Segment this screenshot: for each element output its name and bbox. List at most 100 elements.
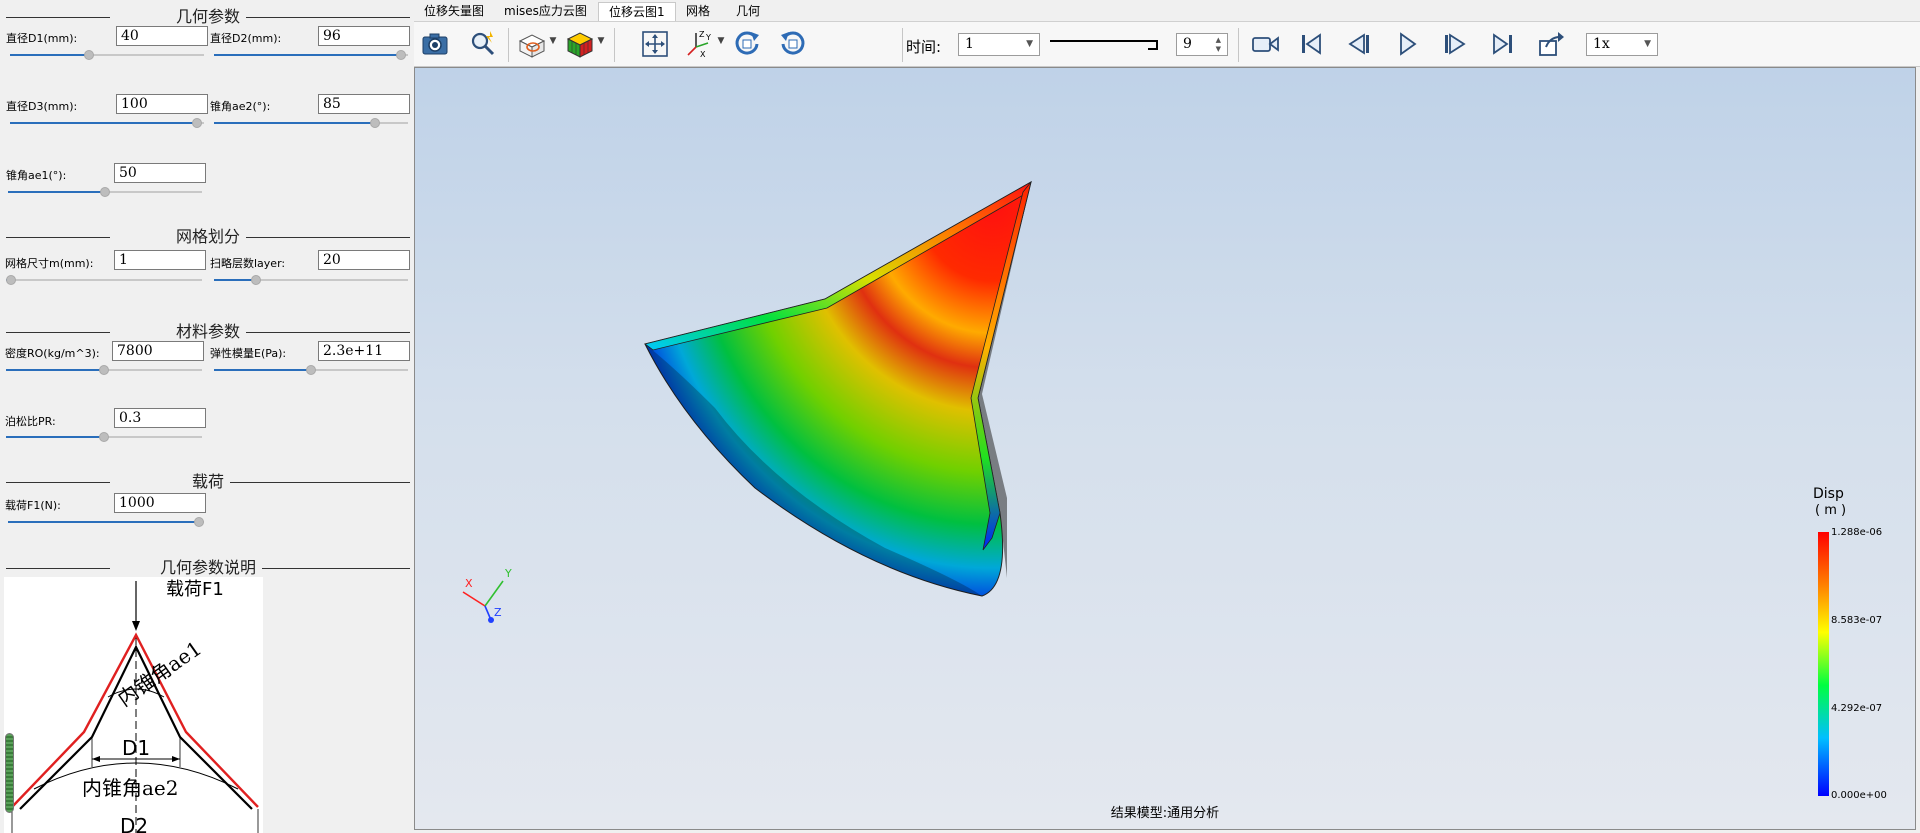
legend-max: 1.288e-06 [1831, 527, 1883, 538]
slider-handle[interactable] [306, 365, 316, 375]
last-frame-icon [1493, 33, 1512, 55]
section-material-header: 材料参数 [6, 322, 410, 341]
d3-label: 直径D3(mm): [6, 100, 78, 113]
ae1-slider[interactable] [8, 186, 202, 198]
fit-view-icon [642, 31, 668, 57]
diagram-ae1-label: 内锥角ae1 [113, 636, 206, 711]
mesh-size-input[interactable]: 1 [114, 250, 206, 270]
slider-handle[interactable] [194, 517, 204, 527]
slider-handle[interactable] [100, 187, 110, 197]
screenshot-button[interactable] [418, 28, 452, 60]
frame-slider[interactable] [1050, 40, 1158, 52]
tab-geometry[interactable]: 几何 [726, 2, 770, 21]
axes-icon: Z Y X [687, 30, 711, 59]
slider-handle[interactable] [99, 432, 109, 442]
load-f1-input[interactable]: 1000 [114, 493, 206, 513]
svg-text:Y: Y [705, 33, 711, 42]
diagram-load-label: 载荷F1 [166, 579, 224, 600]
triad-z-label: Z [494, 606, 502, 619]
modulus-label: 弹性模量E(Pa): [210, 347, 287, 360]
d3-slider[interactable] [10, 117, 204, 129]
next-frame-button[interactable] [1438, 28, 1472, 60]
speed-select[interactable]: 1x ▼ [1586, 33, 1658, 56]
display-mode-button[interactable] [562, 28, 596, 60]
modulus-slider[interactable] [214, 364, 408, 376]
slider-handle[interactable] [192, 118, 202, 128]
frame-spinbox[interactable]: 9 ▲ ▼ [1176, 33, 1228, 56]
fit-view-button[interactable] [638, 28, 672, 60]
layer-input[interactable]: 20 [318, 250, 410, 270]
section-view-dropdown[interactable]: ▼ [548, 36, 558, 46]
section-load-header: 载荷 [6, 472, 410, 491]
slider-handle[interactable] [370, 118, 380, 128]
mesh-size-slider[interactable] [6, 274, 202, 286]
triad-x-axis [462, 591, 486, 607]
load-f1-slider[interactable] [8, 516, 204, 528]
play-icon [1400, 32, 1417, 56]
axes-view-button[interactable]: Z Y X [682, 28, 716, 60]
slider-handle[interactable] [84, 50, 94, 60]
frame-slider-handle[interactable] [1148, 40, 1158, 50]
play-button[interactable] [1390, 28, 1424, 60]
layer-slider[interactable] [214, 274, 408, 286]
section-material-title: 材料参数 [169, 322, 246, 341]
zoom-button[interactable] [466, 28, 500, 60]
zoom-magic-icon [471, 31, 495, 56]
display-cube-icon [566, 32, 594, 58]
d1-slider[interactable] [10, 49, 204, 61]
tab-displacement-contour[interactable]: 位移云图1 [598, 2, 676, 21]
ae1-label: 锥角ae1(°): [6, 169, 67, 182]
panel-scroll-handle[interactable] [5, 733, 14, 813]
last-frame-button[interactable] [1486, 28, 1520, 60]
section-view-icon [518, 34, 546, 58]
first-frame-button[interactable] [1294, 28, 1328, 60]
density-slider[interactable] [6, 364, 202, 376]
d1-input[interactable]: 40 [116, 26, 208, 46]
ae2-slider[interactable] [214, 117, 408, 129]
cone-diagram-drawing: 载荷F1 内锥角ae1 D1 内锥角ae2 D2 [11, 579, 259, 833]
d2-input[interactable]: 96 [318, 26, 410, 46]
3d-viewport[interactable]: X Y Z Disp ( m ) 1.288e-06 8.583e-07 4.2… [414, 67, 1916, 830]
legend-mid-high: 8.583e-07 [1831, 615, 1883, 626]
axes-view-dropdown[interactable]: ▼ [716, 36, 726, 46]
geometry-diagram: 载荷F1 内锥角ae1 D1 内锥角ae2 D2 [4, 577, 263, 833]
export-button[interactable] [1534, 28, 1568, 60]
modulus-input[interactable]: 2.3e+11 [318, 341, 410, 361]
section-geometry-desc-title: 几何参数说明 [153, 558, 262, 577]
load-f1-label: 载荷F1(N): [5, 499, 61, 512]
ae2-input[interactable]: 85 [318, 94, 410, 114]
density-input[interactable]: 7800 [112, 341, 204, 361]
rotate-cw-button[interactable] [730, 28, 764, 60]
prev-frame-button[interactable] [1342, 28, 1376, 60]
tab-mesh[interactable]: 网格 [676, 2, 720, 21]
result-model-status: 结果模型:通用分析 [1110, 806, 1220, 821]
view-toolbar: ▼ ▼ Z Y X ▼ 时间: 1 ▼ 9 ▲ ▼ 1x ▼ [414, 21, 1920, 67]
record-icon [1252, 36, 1279, 52]
d3-input[interactable]: 100 [116, 94, 208, 114]
rotate-ccw-button[interactable] [776, 28, 810, 60]
legend-min: 0.000e+00 [1831, 790, 1887, 801]
frame-spinbox-value: 9 [1183, 36, 1192, 52]
poisson-slider[interactable] [6, 431, 202, 443]
poisson-label: 泊松比PR: [5, 415, 56, 428]
spin-arrows-icon: ▲ ▼ [1215, 36, 1221, 53]
time-select[interactable]: 1 ▼ [958, 33, 1040, 56]
ae1-input[interactable]: 50 [114, 163, 206, 183]
slider-handle[interactable] [99, 365, 109, 375]
slider-handle[interactable] [251, 275, 261, 285]
tab-mises-stress[interactable]: mises应力云图 [494, 2, 597, 21]
poisson-input[interactable]: 0.3 [114, 408, 206, 428]
ae2-label: 锥角ae2(°): [210, 100, 271, 113]
time-label: 时间: [906, 38, 942, 56]
section-view-button[interactable] [514, 28, 548, 60]
d2-slider[interactable] [214, 49, 408, 61]
slider-handle[interactable] [6, 275, 16, 285]
tab-displacement-vector[interactable]: 位移矢量图 [414, 2, 494, 21]
svg-text:Z: Z [699, 30, 705, 39]
record-button[interactable] [1248, 28, 1282, 60]
diagram-d2-label: D2 [120, 814, 148, 833]
layer-label: 扫略层数layer: [210, 257, 286, 270]
slider-handle[interactable] [396, 50, 406, 60]
parameter-panel: 几何参数 直径D1(mm): 40 直径D2(mm): 96 直径D3(mm):… [0, 0, 414, 833]
display-mode-dropdown[interactable]: ▼ [596, 36, 606, 46]
